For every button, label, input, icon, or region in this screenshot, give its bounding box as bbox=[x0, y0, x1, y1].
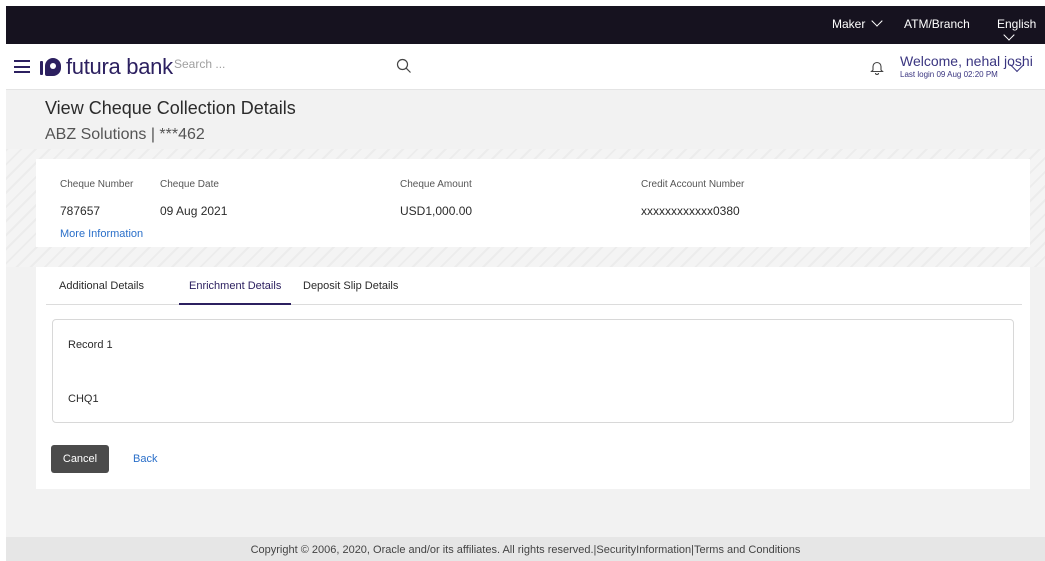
cheque-amount-value: USD1,000.00 bbox=[400, 204, 473, 218]
logo-icon bbox=[40, 56, 62, 78]
language-label: English bbox=[997, 17, 1037, 31]
chevron-down-icon bbox=[1003, 29, 1015, 41]
details-tabs: Additional Details Enrichment Details De… bbox=[46, 267, 1022, 305]
cheque-date-label: Cheque Date bbox=[160, 179, 219, 190]
tab-additional-details[interactable]: Additional Details bbox=[59, 280, 144, 305]
back-link[interactable]: Back bbox=[133, 453, 157, 465]
search-icon[interactable] bbox=[396, 58, 412, 74]
page-title: View Cheque Collection Details bbox=[45, 98, 296, 118]
credit-account-label: Credit Account Number bbox=[641, 179, 745, 190]
page-subtitle: ABZ Solutions | ***462 bbox=[45, 126, 205, 143]
search-input[interactable] bbox=[174, 57, 384, 71]
footer: Copyright © 2006, 2020, Oracle and/or it… bbox=[6, 537, 1045, 561]
cheque-amount-label: Cheque Amount bbox=[400, 179, 472, 190]
atm-branch-link[interactable]: ATM/Branch bbox=[904, 17, 970, 31]
more-information-link[interactable]: More Information bbox=[60, 228, 143, 240]
cancel-button[interactable]: Cancel bbox=[51, 445, 109, 473]
bell-icon[interactable] bbox=[870, 60, 884, 75]
top-bar: Maker ATM/Branch English bbox=[6, 6, 1045, 44]
record-card: Record 1 CHQ1 bbox=[52, 319, 1014, 423]
brand-name: futura bank bbox=[66, 54, 173, 79]
cheque-summary-card: Cheque Number 787657 Cheque Date 09 Aug … bbox=[36, 159, 1030, 247]
tab-deposit-slip-details[interactable]: Deposit Slip Details bbox=[303, 280, 398, 305]
record-title: Record 1 bbox=[68, 339, 113, 351]
language-dropdown[interactable]: English bbox=[997, 17, 1045, 45]
cheque-number-label: Cheque Number bbox=[60, 179, 134, 190]
cheque-number-value: 787657 bbox=[60, 204, 101, 218]
header: futura bank Welcome, nehal joshi Last lo… bbox=[6, 44, 1045, 90]
app-frame: Maker ATM/Branch English futura bank Wel… bbox=[6, 6, 1045, 561]
cheque-date-value: 09 Aug 2021 bbox=[160, 204, 228, 218]
last-login-text: Last login 09 Aug 02:20 PM bbox=[900, 70, 998, 79]
tab-enrichment-details[interactable]: Enrichment Details bbox=[179, 280, 292, 305]
record-value: CHQ1 bbox=[68, 393, 99, 405]
brand-logo[interactable]: futura bank bbox=[40, 54, 173, 80]
role-label: Maker bbox=[832, 17, 866, 31]
menu-icon[interactable] bbox=[14, 60, 30, 73]
role-dropdown[interactable]: Maker bbox=[832, 15, 884, 31]
details-panel: Additional Details Enrichment Details De… bbox=[36, 267, 1030, 489]
chevron-down-icon bbox=[871, 15, 884, 27]
credit-account-value: xxxxxxxxxxxx0380 bbox=[641, 204, 740, 218]
